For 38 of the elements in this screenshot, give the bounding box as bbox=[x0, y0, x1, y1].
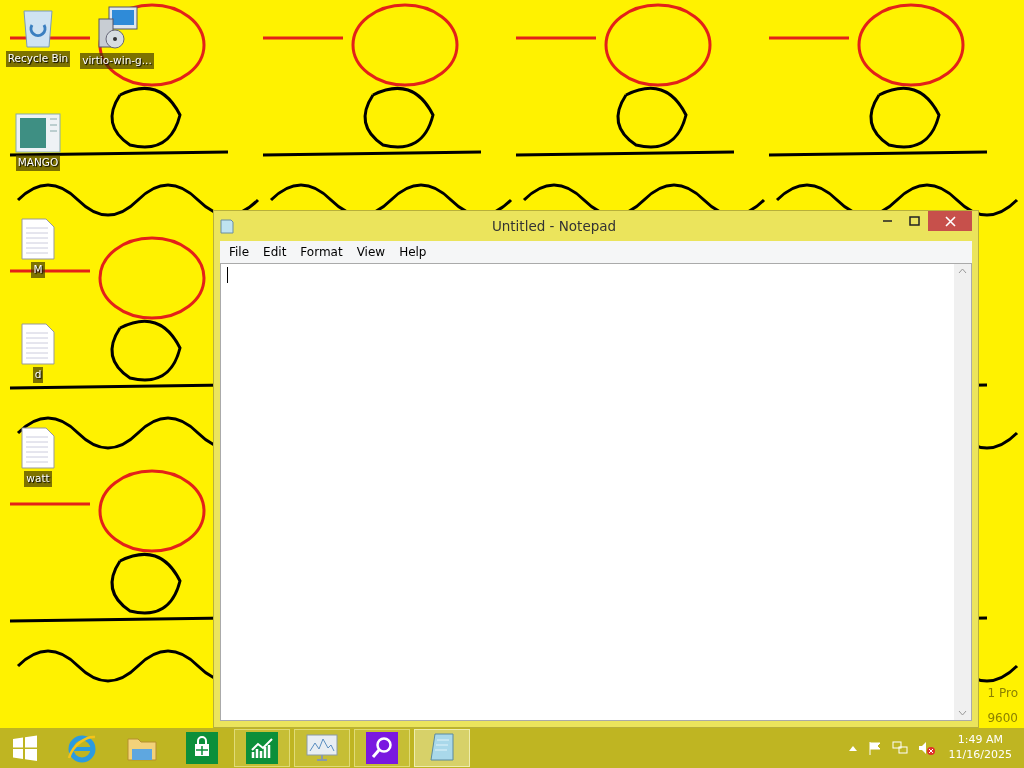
search-icon bbox=[366, 732, 398, 764]
close-button[interactable] bbox=[928, 211, 972, 231]
store-icon bbox=[186, 732, 218, 764]
maximize-icon bbox=[909, 216, 920, 226]
show-hidden-icon[interactable] bbox=[847, 744, 858, 752]
document-icon[interactable] bbox=[21, 323, 55, 365]
icon-label[interactable]: watt bbox=[24, 471, 52, 487]
app-window-icon[interactable] bbox=[15, 113, 61, 153]
menu-item[interactable]: View bbox=[349, 243, 393, 261]
installer-icon[interactable] bbox=[95, 5, 139, 51]
icon-label[interactable]: Recycle Bin bbox=[5, 51, 71, 67]
windows-logo-icon bbox=[12, 735, 38, 761]
icon-label[interactable]: virtio-win-g... bbox=[80, 53, 154, 69]
close-icon bbox=[944, 215, 956, 227]
icon-label[interactable]: d bbox=[32, 367, 44, 383]
watermark-text: 9600 bbox=[987, 710, 1018, 727]
muted-speaker-icon[interactable] bbox=[917, 741, 936, 755]
menu-item[interactable]: Help bbox=[392, 243, 434, 261]
taskbar-button[interactable] bbox=[234, 729, 290, 767]
taskbar-button[interactable] bbox=[354, 729, 410, 767]
notepad-icon bbox=[427, 732, 457, 764]
window-title: Untitled - Notepad bbox=[490, 216, 618, 236]
scrollbar[interactable] bbox=[954, 264, 971, 720]
menu-item[interactable]: Edit bbox=[256, 243, 294, 261]
document-icon[interactable] bbox=[21, 427, 55, 469]
monitor-icon bbox=[305, 733, 339, 763]
network-icon[interactable] bbox=[891, 741, 908, 755]
flag-icon[interactable] bbox=[867, 741, 882, 755]
text-cursor bbox=[227, 267, 228, 283]
icon-label[interactable]: MANGO bbox=[15, 155, 61, 171]
chart-icon bbox=[246, 732, 278, 764]
minimize-icon bbox=[883, 220, 892, 222]
watermark-text: 1 Pro bbox=[987, 685, 1018, 702]
menu-item[interactable]: File bbox=[222, 243, 257, 261]
icon-label[interactable]: M bbox=[31, 262, 45, 278]
document-icon[interactable] bbox=[21, 218, 55, 260]
menu-item[interactable]: Format bbox=[293, 243, 350, 261]
notepad-icon bbox=[220, 218, 234, 234]
